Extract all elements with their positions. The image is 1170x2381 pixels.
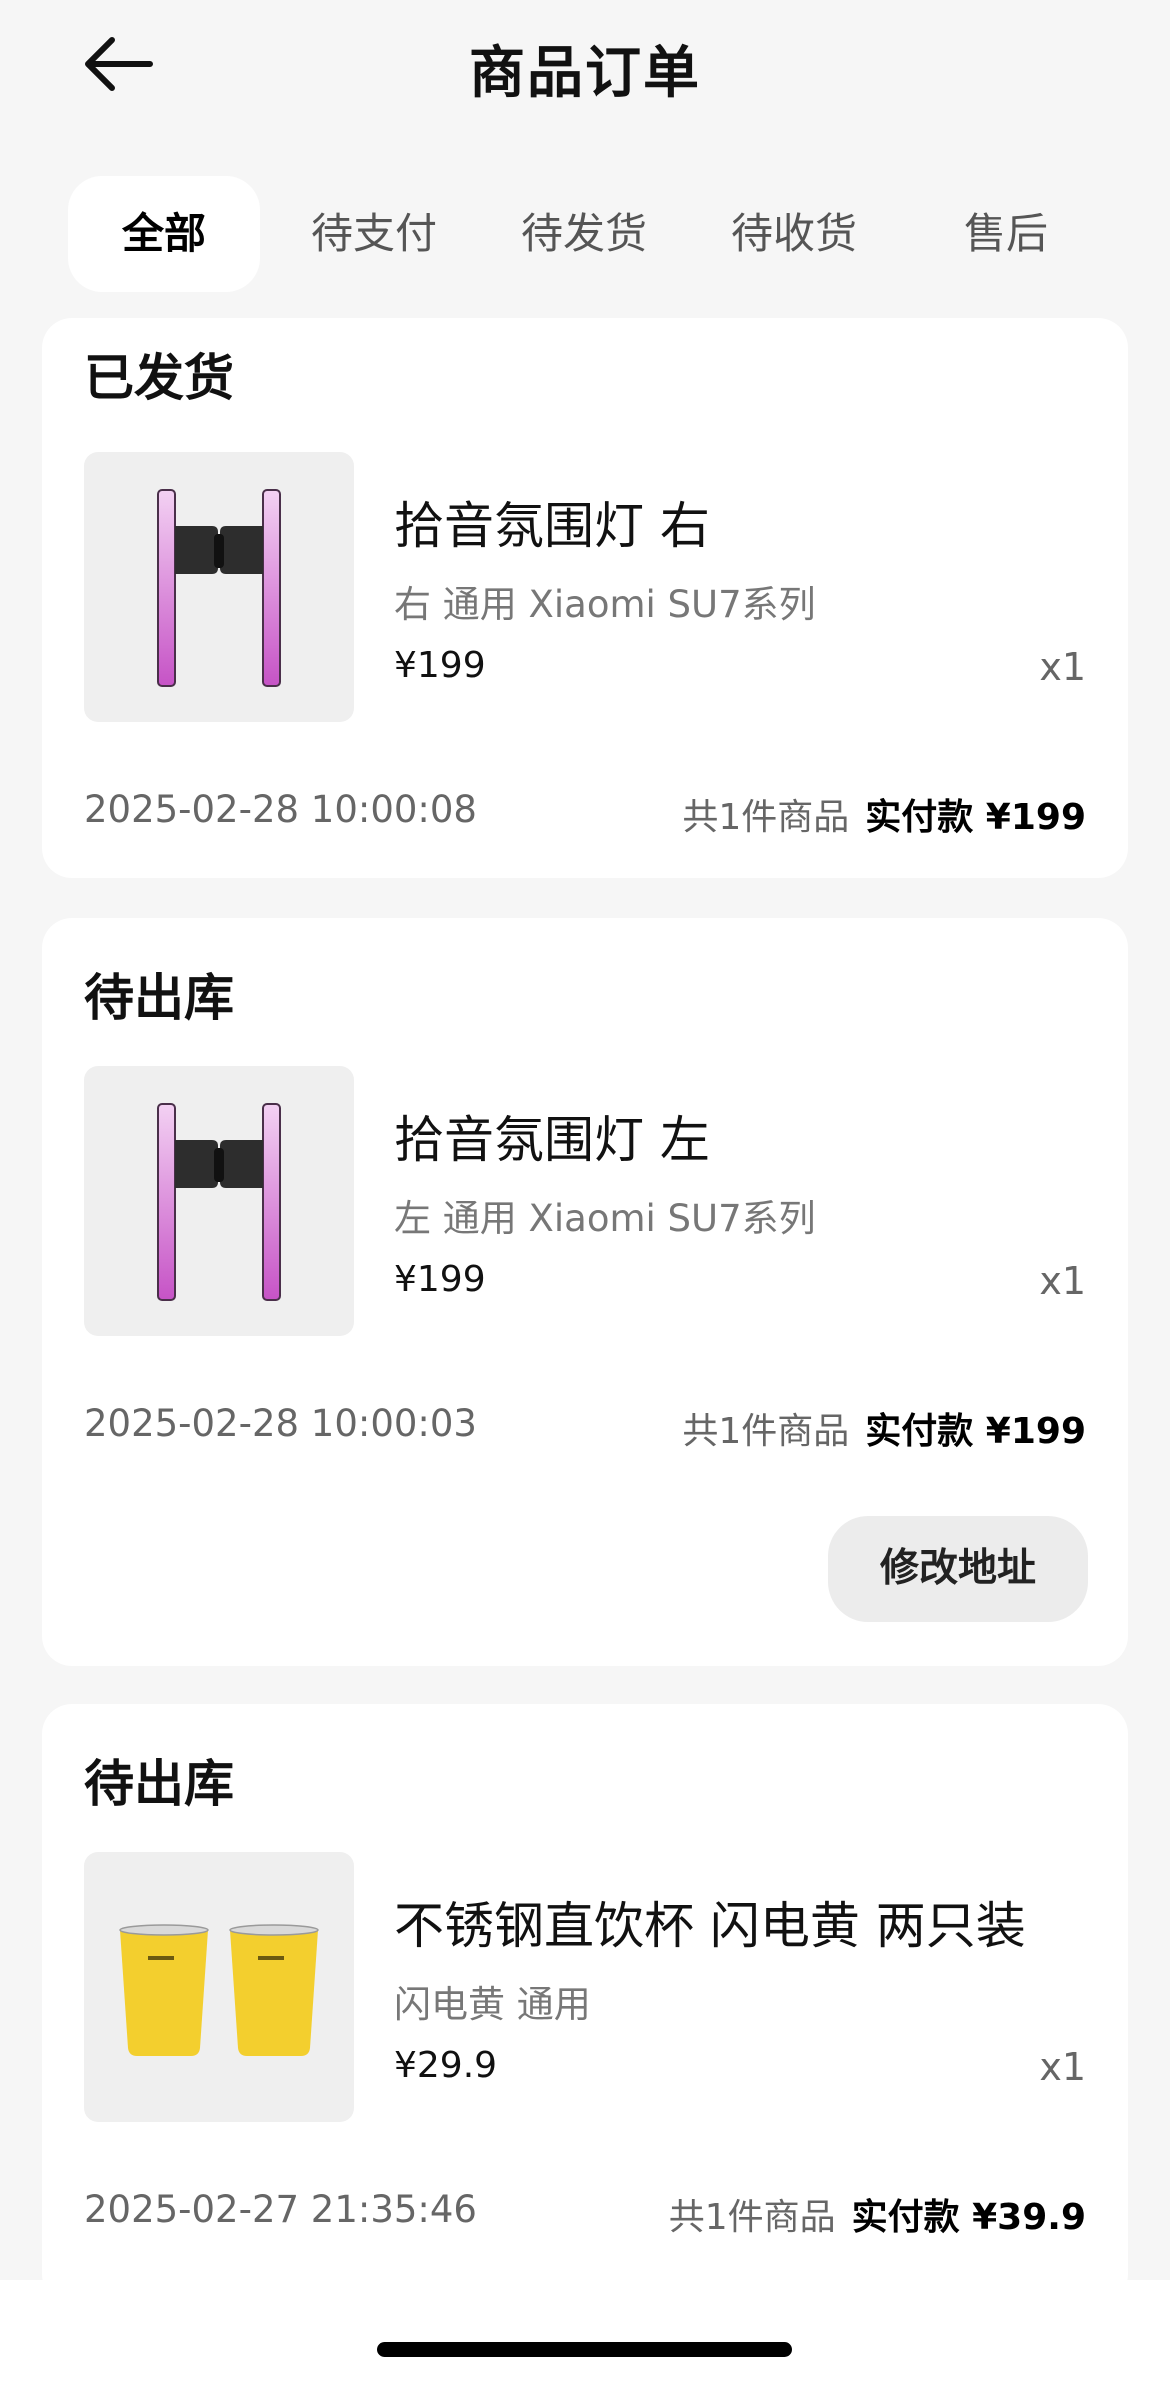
product-image[interactable] [84,1852,354,2122]
order-time: 2025-02-27 21:35:46 [84,2188,477,2231]
product-spec: 左 通用 Xiaomi SU7系列 [394,1197,816,1240]
product-spec: 闪电黄 通用 [394,1983,591,2026]
order-time: 2025-02-28 10:00:08 [84,788,477,831]
order-time: 2025-02-28 10:00:03 [84,1402,477,1445]
product-quantity: x1 [1039,2045,1086,2089]
tab-pending-payment[interactable]: 待支付 [278,176,470,292]
bottom-bar [0,2280,1170,2381]
yellow-cups-image [119,1924,319,2056]
order-status: 待出库 [84,969,234,1027]
order-summary: 共1件商品 实付款 ¥39.9 [669,2188,1086,2240]
paid-amount: 实付款 ¥199 [865,797,1086,838]
product-image[interactable] [84,452,354,722]
product-price: ¥29.9 [394,2045,498,2086]
product-quantity: x1 [1039,645,1086,689]
product-name: 拾音氛围灯 右 [394,497,710,555]
order-card[interactable]: 待出库 不锈钢直饮杯 闪电黄 两只装 闪电黄 通用 ¥29.9 x1 2025-… [42,1704,1128,2304]
item-count: 共1件商品 [668,2197,836,2238]
header: 商品订单 [0,0,1170,140]
paid-amount: 实付款 ¥39.9 [851,2197,1086,2238]
product-price: ¥199 [394,1259,486,1300]
change-address-button[interactable]: 修改地址 [828,1516,1088,1622]
product-spec: 右 通用 Xiaomi SU7系列 [394,583,816,626]
product-price: ¥199 [394,645,486,686]
item-count: 共1件商品 [682,1411,850,1452]
product-quantity: x1 [1039,1259,1086,1303]
tab-pending-shipment[interactable]: 待发货 [488,176,680,292]
ambient-light-image [157,489,281,687]
tab-pending-receipt[interactable]: 待收货 [698,176,890,292]
product-name: 不锈钢直饮杯 闪电黄 两只装 [394,1897,1026,1955]
order-card[interactable]: 待出库 拾音氛围灯 左 左 通用 Xiaomi SU7系列 ¥199 x1 20… [42,918,1128,1666]
order-summary: 共1件商品 实付款 ¥199 [682,788,1086,840]
order-tabs: 全部 待支付 待发货 待收货 售后 [68,176,1102,292]
product-image[interactable] [84,1066,354,1336]
product-name: 拾音氛围灯 左 [394,1111,710,1169]
order-status: 已发货 [84,349,234,407]
paid-amount: 实付款 ¥199 [865,1411,1086,1452]
tab-all[interactable]: 全部 [68,176,260,292]
order-card[interactable]: 已发货 拾音氛围灯 右 右 通用 Xiaomi SU7系列 ¥199 x1 20… [42,318,1128,878]
order-status: 待出库 [84,1755,234,1813]
home-indicator[interactable] [377,2342,792,2357]
tab-after-sales[interactable]: 售后 [910,176,1102,292]
order-summary: 共1件商品 实付款 ¥199 [682,1402,1086,1454]
item-count: 共1件商品 [682,797,850,838]
ambient-light-image [157,1103,281,1301]
page-title: 商品订单 [469,41,701,106]
